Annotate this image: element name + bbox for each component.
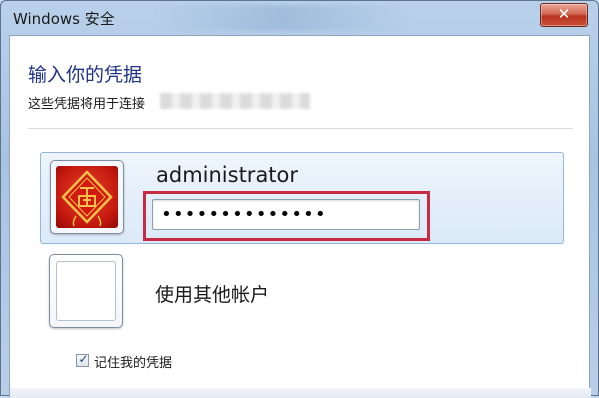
close-button[interactable]: ✕ — [540, 3, 588, 27]
checkmark-icon: ✓ — [78, 352, 89, 366]
title-bar-background-blur — [151, 5, 411, 31]
blank-avatar-frame — [56, 261, 116, 321]
button-area-strip — [10, 388, 591, 398]
redacted-target-name — [160, 93, 310, 109]
blank-user-tile-icon — [49, 254, 123, 328]
use-other-account-label: 使用其他帐户 — [155, 284, 270, 306]
fu-character-avatar-icon — [56, 166, 118, 228]
username-label: administrator — [156, 163, 299, 187]
dialog-content: 输入你的凭据 这些凭据将用于连接 administrator •••••••••… — [9, 35, 591, 398]
dialog-heading: 输入你的凭据 — [28, 64, 143, 86]
password-input[interactable]: •••••••••••••• — [152, 199, 420, 230]
close-icon: ✕ — [557, 5, 571, 23]
security-dialog-window: Windows 安全 ✕ 输入你的凭据 这些凭据将用于连接 administra… — [0, 0, 599, 398]
use-other-account-tile[interactable]: 使用其他帐户 — [40, 248, 564, 338]
divider — [28, 128, 573, 129]
remember-checkbox[interactable]: ✓ — [76, 352, 89, 367]
remember-label: 记住我的凭据 — [94, 356, 173, 371]
credential-tile-administrator[interactable]: administrator •••••••••••••• — [40, 152, 564, 244]
user-avatar — [50, 160, 124, 234]
dialog-subtext: 这些凭据将用于连接 — [28, 97, 146, 112]
window-title: Windows 安全 — [13, 10, 115, 28]
